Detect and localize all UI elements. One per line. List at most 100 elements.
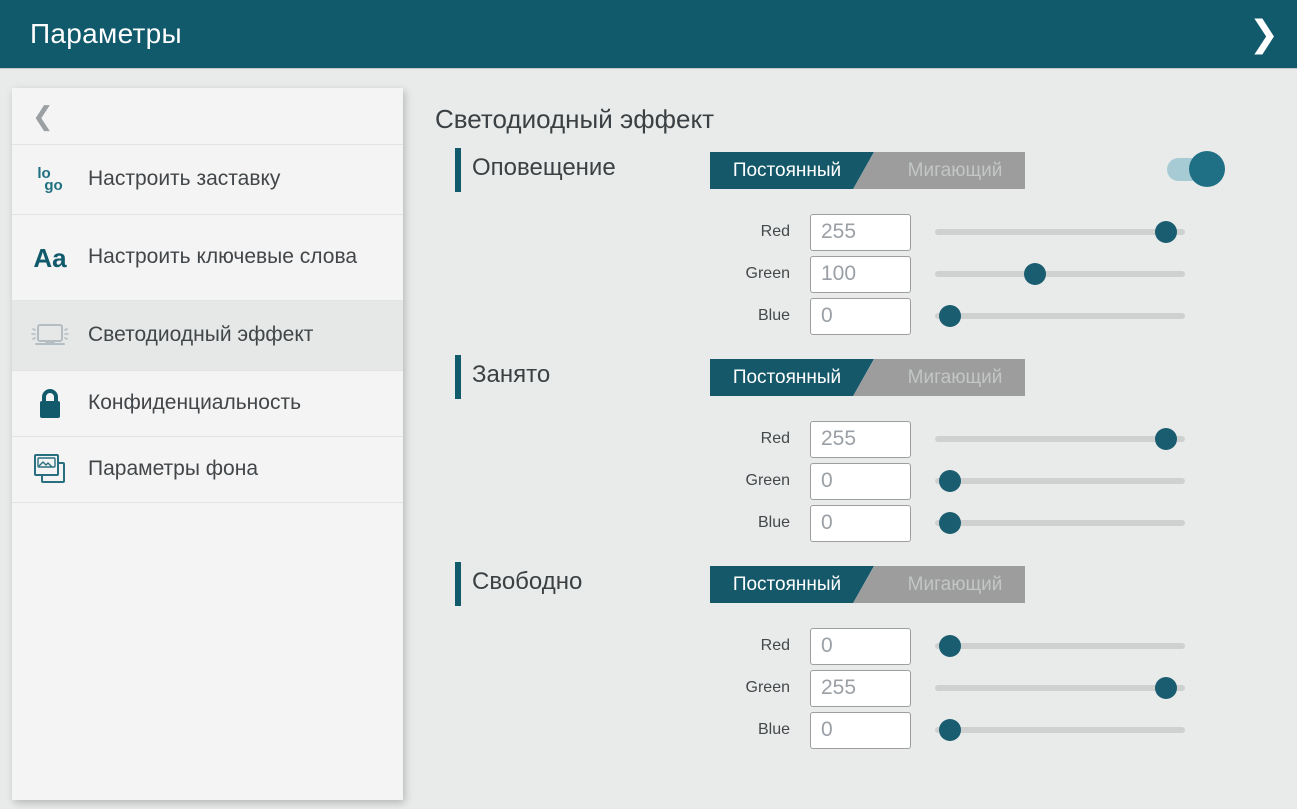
sidebar-item-label: Параметры фона [88, 456, 272, 482]
mode-constant-label: Постоянный [733, 160, 841, 182]
slider-track[interactable] [935, 436, 1185, 442]
red-row: Red [455, 420, 1297, 458]
settings-sidebar: ❮ lo go Настроить заставку Aa Настроить … [12, 88, 403, 800]
blue-slider[interactable] [935, 298, 1185, 334]
sidebar-item-label: Настроить заставку [88, 166, 294, 192]
slider-track[interactable] [935, 313, 1185, 319]
blue-row: Blue [455, 504, 1297, 542]
blue-label: Blue [455, 721, 790, 739]
section-busy: Занято Мигающий Постоянный Red Green [455, 355, 1297, 542]
red-slider[interactable] [935, 421, 1185, 457]
red-label: Red [455, 430, 790, 448]
slider-thumb[interactable] [1024, 263, 1046, 285]
sidebar-item-label: Светодиодный эффект [88, 322, 327, 348]
blue-label: Blue [455, 514, 790, 532]
accent-bar [455, 562, 461, 606]
mode-blinking-label: Мигающий [885, 574, 1025, 596]
mode-constant-button[interactable]: Постоянный [710, 566, 874, 603]
green-label: Green [455, 679, 790, 697]
green-row: Green [455, 462, 1297, 500]
sidebar-item-led-effect[interactable]: Светодиодный эффект [12, 301, 403, 371]
back-chevron-icon[interactable]: ❮ [32, 103, 54, 129]
blue-slider[interactable] [935, 712, 1185, 748]
mode-toggle: Мигающий Постоянный [710, 152, 1025, 189]
red-slider[interactable] [935, 628, 1185, 664]
logo-icon: lo go [12, 168, 88, 192]
green-slider[interactable] [935, 256, 1185, 292]
red-slider[interactable] [935, 214, 1185, 250]
green-label: Green [455, 265, 790, 283]
section-title: Занято [472, 361, 550, 389]
blue-row: Blue [455, 711, 1297, 749]
blue-value-input[interactable] [810, 298, 911, 335]
panel-title: Светодиодный эффект [435, 104, 1297, 134]
blue-slider[interactable] [935, 505, 1185, 541]
green-value-input[interactable] [810, 463, 911, 500]
mode-blinking-label: Мигающий [885, 367, 1025, 389]
forward-chevron-icon[interactable]: ❯ [1249, 16, 1279, 52]
blue-value-input[interactable] [810, 505, 911, 542]
slider-track[interactable] [935, 229, 1185, 235]
green-label: Green [455, 472, 790, 490]
red-value-input[interactable] [810, 421, 911, 458]
green-slider[interactable] [935, 670, 1185, 706]
sidebar-item-background[interactable]: Параметры фона [12, 437, 403, 503]
sidebar-item-keywords[interactable]: Aa Настроить ключевые слова [12, 215, 403, 301]
red-row: Red [455, 627, 1297, 665]
green-value-input[interactable] [810, 256, 911, 293]
slider-thumb[interactable] [939, 719, 961, 741]
mode-toggle: Мигающий Постоянный [710, 566, 1025, 603]
red-value-input[interactable] [810, 628, 911, 665]
accent-bar [455, 355, 461, 399]
slider-track[interactable] [935, 520, 1185, 526]
app-header: Параметры ❯ [0, 0, 1297, 68]
mode-toggle: Мигающий Постоянный [710, 359, 1025, 396]
red-label: Red [455, 223, 790, 241]
slider-thumb[interactable] [939, 635, 961, 657]
led-screen-icon [12, 320, 88, 352]
green-row: Green [455, 255, 1297, 293]
mode-constant-label: Постоянный [733, 367, 841, 389]
slider-track[interactable] [935, 685, 1185, 691]
section-notification: Оповещение Мигающий Постоянный Red [455, 148, 1297, 335]
slider-thumb[interactable] [1155, 677, 1177, 699]
mode-blinking-label: Мигающий [885, 160, 1025, 182]
sidebar-item-splash-screen[interactable]: lo go Настроить заставку [12, 145, 403, 215]
green-slider[interactable] [935, 463, 1185, 499]
sidebar-item-label: Конфиденциальность [88, 390, 315, 416]
section-free: Свободно Мигающий Постоянный Red Green [455, 562, 1297, 749]
page-title: Параметры [30, 18, 182, 50]
background-images-icon [12, 452, 88, 488]
keywords-icon: Aa [12, 245, 88, 271]
sidebar-item-privacy[interactable]: Конфиденциальность [12, 371, 403, 437]
mode-constant-button[interactable]: Постоянный [710, 359, 874, 396]
section-title: Оповещение [472, 154, 616, 182]
blue-label: Blue [455, 307, 790, 325]
mode-constant-label: Постоянный [733, 574, 841, 596]
red-value-input[interactable] [810, 214, 911, 251]
notification-enable-switch[interactable] [1167, 150, 1225, 188]
sidebar-item-label: Настроить ключевые слова [88, 244, 371, 270]
slider-track[interactable] [935, 478, 1185, 484]
green-row: Green [455, 669, 1297, 707]
slider-track[interactable] [935, 271, 1185, 277]
slider-thumb[interactable] [939, 305, 961, 327]
slider-thumb[interactable] [1155, 221, 1177, 243]
red-row: Red [455, 213, 1297, 251]
slider-thumb[interactable] [1155, 428, 1177, 450]
green-value-input[interactable] [810, 670, 911, 707]
lock-icon [12, 387, 88, 421]
mode-constant-button[interactable]: Постоянный [710, 152, 874, 189]
blue-value-input[interactable] [810, 712, 911, 749]
led-effect-panel: Светодиодный эффект Оповещение Мигающий … [435, 68, 1297, 809]
switch-knob[interactable] [1189, 151, 1225, 187]
blue-row: Blue [455, 297, 1297, 335]
slider-thumb[interactable] [939, 470, 961, 492]
slider-track[interactable] [935, 643, 1185, 649]
section-title: Свободно [472, 568, 582, 596]
accent-bar [455, 148, 461, 192]
sidebar-back-row[interactable]: ❮ [12, 88, 403, 145]
slider-thumb[interactable] [939, 512, 961, 534]
slider-track[interactable] [935, 727, 1185, 733]
red-label: Red [455, 637, 790, 655]
